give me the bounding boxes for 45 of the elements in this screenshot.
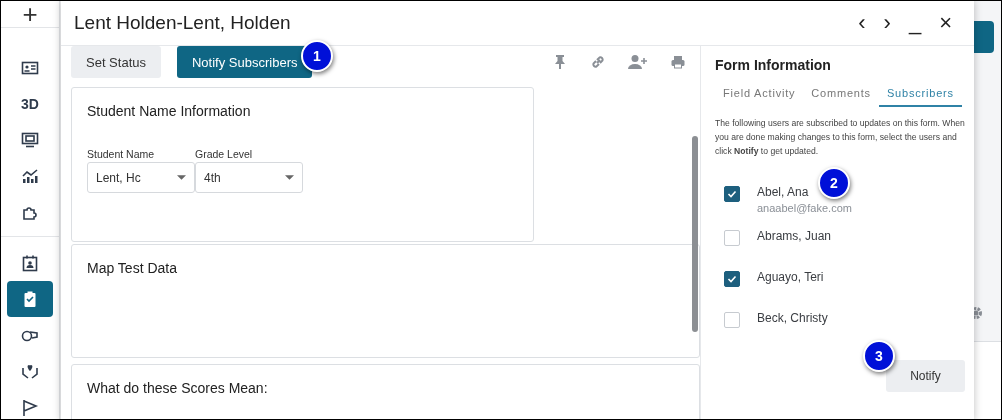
flag-icon[interactable] — [21, 398, 39, 416]
checkmark-icon — [727, 274, 737, 284]
checkmark-icon — [727, 189, 737, 199]
section-title: Map Test Data — [87, 260, 178, 276]
sidebar-item[interactable] — [7, 281, 53, 317]
notify-button[interactable]: Notify — [886, 360, 965, 392]
subscriber-name: Aguayo, Teri — [757, 270, 824, 284]
panel-title: Form Information — [715, 57, 832, 73]
scrollbar[interactable] — [692, 136, 698, 332]
checkbox[interactable] — [724, 186, 740, 202]
caret-icon — [177, 175, 186, 180]
close-button[interactable]: × — [939, 12, 952, 34]
subscriber-email: anaabel@fake.com — [757, 202, 852, 214]
sidebar-item[interactable]: 3D — [7, 86, 53, 122]
window-title: Lent Holden-Lent, Holden — [74, 12, 292, 34]
subscriber-name: Abrams, Juan — [757, 229, 832, 243]
minimize-button[interactable]: _ — [908, 12, 922, 34]
print-icon[interactable] — [670, 54, 686, 70]
dropdown-field[interactable]: Lent, Hc — [87, 162, 195, 193]
chart-icon[interactable] — [21, 167, 39, 185]
checkbox[interactable] — [724, 271, 740, 287]
id-card-icon[interactable] — [21, 59, 39, 77]
add-button[interactable]: + — [1, 1, 59, 28]
pin-icon[interactable] — [552, 54, 568, 70]
monitor-icon[interactable] — [21, 131, 39, 149]
tab[interactable]: Subscribers — [878, 87, 962, 107]
subscriber-name: Abel, Ana — [757, 185, 809, 199]
calendar-icon[interactable] — [21, 254, 39, 272]
set-status-button[interactable]: Set Status — [71, 46, 161, 78]
dropdown-field[interactable]: 4th — [195, 162, 303, 193]
tab[interactable]: Field Activity — [715, 87, 804, 107]
add-person-icon[interactable] — [628, 54, 648, 70]
description-text: The following users are subscribed to updates on this form. When you are done making changes to this form, select the users and click Notify to get updated. — [715, 117, 965, 158]
tab[interactable]: Comments — [803, 87, 879, 107]
link-icon[interactable] — [590, 54, 606, 70]
field-label: Student Name — [87, 148, 156, 160]
section-title: What do these Scores Mean: — [87, 380, 269, 396]
notify-subscribers-button[interactable]: Notify Subscribers — [177, 46, 313, 78]
next-button[interactable]: › — [883, 12, 891, 34]
previous-button[interactable]: ‹ — [858, 12, 866, 34]
caret-icon — [285, 175, 294, 180]
section-title: Student Name Information — [87, 103, 252, 119]
subscriber-name: Beck, Christy — [757, 311, 828, 325]
hands-heart-icon[interactable] — [21, 362, 39, 380]
field-label: Grade Level — [195, 148, 254, 160]
